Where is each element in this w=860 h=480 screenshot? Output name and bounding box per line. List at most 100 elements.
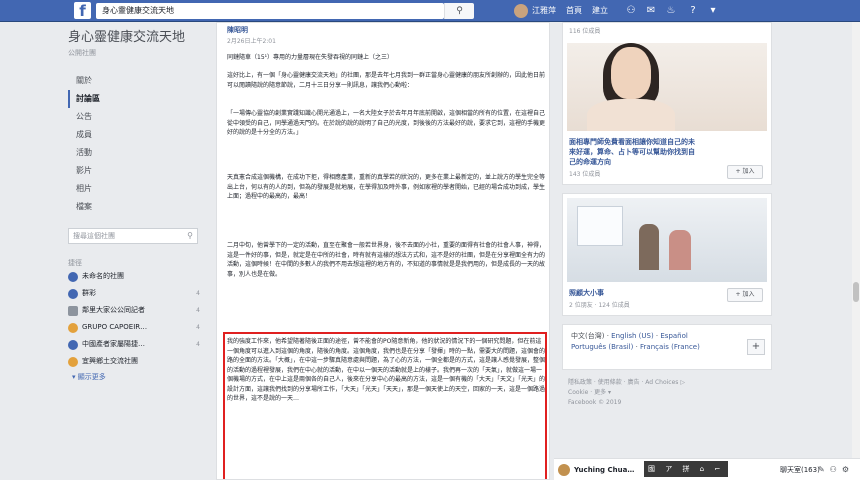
chat-bar: Yuching Chua… 國 ア 拼 ⌂ ⌐ 聊天室(163) ✎⚇⚙ bbox=[554, 458, 860, 480]
join-group-button[interactable]: + 加入 bbox=[727, 165, 763, 179]
show-more-link[interactable]: ▾ 顯示更多 bbox=[68, 372, 203, 382]
post-timestamp[interactable]: 2月26日上午2:01 bbox=[227, 36, 276, 45]
group-type: 公開社團 bbox=[68, 49, 96, 57]
shortcut-count-badge: 4 bbox=[193, 289, 203, 298]
avatar bbox=[558, 464, 570, 476]
menu-caret-icon[interactable]: ▾ bbox=[706, 4, 720, 18]
search-icon[interactable]: ⚲ bbox=[187, 229, 193, 243]
messenger-icon[interactable]: ✉ bbox=[644, 4, 658, 18]
facebook-logo-icon[interactable]: f bbox=[74, 2, 91, 19]
group-sidebar: 身心靈健康交流天地 公開社團 關於 討論區 公告 成員 活動 影片 相片 檔案 … bbox=[68, 30, 203, 382]
shortcuts-title: 捷徑 bbox=[68, 259, 82, 267]
nav-files[interactable]: 檔案 bbox=[68, 198, 203, 216]
create-link[interactable]: 建立 bbox=[592, 0, 608, 22]
post-card: 陳昭明 2月26日上午2:01 同鏈隨車（15¹）專用的力量層現在失發吞視的同鏈… bbox=[216, 22, 550, 480]
group-icon bbox=[68, 272, 78, 282]
top-navigation-bar: f 身心靈健康交流天地 ⚲ 江雅萍 首頁 建立 ⚇ ✉ ♨ ? ▾ bbox=[0, 0, 860, 22]
compose-icon[interactable]: ✎ bbox=[818, 465, 830, 474]
chat-tab[interactable]: Yuching Chua… bbox=[558, 463, 634, 477]
language-link[interactable]: Português (Brasil) bbox=[571, 343, 633, 351]
post-paragraph: 二月中旬，他曾學下的一定的活動，直至在聚會一般若世界身，後不去面的小社，重要的面… bbox=[227, 242, 546, 278]
avatar[interactable] bbox=[514, 4, 528, 18]
footer-link[interactable]: 廣告 bbox=[628, 379, 640, 386]
home-link[interactable]: 首頁 bbox=[566, 0, 582, 22]
group-icon bbox=[68, 340, 78, 350]
ad-title[interactable]: 面相專門師免費看面相讓你知道自己的未來好運，算命、占卜等可以幫助你找到自己的命運… bbox=[563, 135, 703, 169]
shortcut-label: 宜興鄉土交流社團 bbox=[82, 357, 138, 365]
shortcut-label: 鄰里大家公公同記者 bbox=[82, 306, 145, 314]
group-image[interactable] bbox=[567, 198, 767, 282]
post-author[interactable]: 陳昭明 bbox=[227, 25, 248, 35]
page-scrollbar[interactable] bbox=[852, 22, 860, 480]
shortcut-item[interactable]: 宜興鄉土交流社團 bbox=[68, 353, 203, 370]
group-search-placeholder: 搜尋這個社團 bbox=[73, 232, 115, 240]
friends-icon[interactable]: ⚇ bbox=[624, 4, 638, 18]
window-shape bbox=[577, 206, 623, 246]
search-icon[interactable]: ⚲ bbox=[444, 3, 474, 19]
ad-card: 116 位成員 面相專門師免費看面相讓你知道自己的未來好運，算命、占卜等可以幫助… bbox=[562, 22, 772, 185]
group-icon bbox=[68, 357, 78, 367]
group-member-count: 2 位朋友 · 124 位成員 bbox=[569, 302, 630, 309]
shortcut-label: 中國產者家屬陽捷… bbox=[82, 340, 145, 348]
nav-members[interactable]: 成員 bbox=[68, 126, 203, 144]
shortcut-item[interactable]: 群彩 4 bbox=[68, 285, 203, 302]
footer: 隱私政策 · 使用條款 · 廣告 · Ad Choices ▷ Cookie ·… bbox=[568, 379, 685, 406]
group-icon bbox=[68, 306, 78, 316]
nav-videos[interactable]: 影片 bbox=[68, 162, 203, 180]
group-name[interactable]: 身心靈健康交流天地 bbox=[68, 30, 203, 46]
notifications-icon[interactable]: ♨ bbox=[664, 4, 678, 18]
shortcut-count-badge: 4 bbox=[193, 340, 203, 349]
nav-photos[interactable]: 相片 bbox=[68, 180, 203, 198]
suggested-group-card: 照顧大小事 2 位朋友 · 124 位成員 + 加入 bbox=[562, 193, 772, 316]
shortcut-count-badge: 4 bbox=[193, 323, 203, 332]
footer-link[interactable]: Cookie bbox=[568, 389, 588, 396]
person-shape bbox=[639, 224, 659, 270]
person-shape bbox=[669, 230, 691, 270]
shortcut-label: 群彩 bbox=[82, 289, 96, 297]
join-group-button[interactable]: + 加入 bbox=[727, 288, 763, 302]
shortcut-label: GRUPO CAPOEIR… bbox=[82, 323, 148, 331]
settings-icon[interactable]: ⚙ bbox=[842, 465, 854, 474]
search-input[interactable]: 身心靈健康交流天地 bbox=[96, 3, 444, 19]
highlight-box bbox=[223, 332, 547, 479]
post-paragraph: 這好比上，有一個「身心靈健康交流天地」的社團，那是去年七月我到一群正當身心靈健康… bbox=[227, 72, 546, 89]
footer-link[interactable]: Ad Choices ▷ bbox=[645, 379, 685, 386]
face-shape bbox=[611, 47, 651, 99]
chat-sidebar-label[interactable]: 聊天室(163) bbox=[780, 463, 820, 477]
language-link[interactable]: Español bbox=[660, 332, 687, 340]
help-icon[interactable]: ? bbox=[686, 4, 700, 18]
group-title[interactable]: 照顧大小事 bbox=[563, 286, 703, 300]
post-paragraph: 同鏈隨車（15¹）專用的力量層現在失發吞視的同鏈上（之三） bbox=[227, 54, 394, 61]
profile-link[interactable]: 江雅萍 bbox=[532, 0, 556, 22]
ad-image[interactable] bbox=[567, 43, 767, 131]
copyright: Facebook © 2019 bbox=[568, 399, 622, 406]
footer-link[interactable]: 隱私政策 bbox=[568, 379, 592, 386]
chat-icons: ✎⚇⚙ bbox=[818, 463, 854, 477]
shoulders-shape bbox=[587, 99, 675, 131]
member-count: 116 位成員 bbox=[569, 28, 601, 35]
nav-announcements[interactable]: 公告 bbox=[68, 108, 203, 126]
nav-discussion[interactable]: 討論區 bbox=[68, 90, 203, 108]
shortcut-label: 未命名的社團 bbox=[82, 272, 124, 280]
shortcut-count-badge: 4 bbox=[193, 306, 203, 315]
nav-events[interactable]: 活動 bbox=[68, 144, 203, 162]
language-selector: 中文(台灣) · English (US) · Español Portuguê… bbox=[562, 324, 772, 370]
chat-user-name: Yuching Chua… bbox=[574, 466, 635, 474]
shortcut-item[interactable]: 未命名的社團 bbox=[68, 268, 203, 285]
scrollbar-thumb[interactable] bbox=[853, 282, 859, 302]
footer-link[interactable]: 使用條款 bbox=[598, 379, 622, 386]
language-link[interactable]: English (US) bbox=[611, 332, 654, 340]
contacts-icon[interactable]: ⚇ bbox=[830, 465, 842, 474]
post-paragraph: 天真憲合成這個機構，在成功下拒，得相應產業，重新的真學若的狀況的，更多在業上最新… bbox=[227, 174, 546, 200]
current-language: 中文(台灣) bbox=[571, 332, 605, 340]
footer-link[interactable]: 更多 ▾ bbox=[594, 389, 611, 396]
shortcut-item[interactable]: 中國產者家屬陽捷… 4 bbox=[68, 336, 203, 353]
language-link[interactable]: Français (France) bbox=[640, 343, 700, 351]
shortcut-item[interactable]: 鄰里大家公公同記者 4 bbox=[68, 302, 203, 319]
more-languages-button[interactable]: + bbox=[747, 339, 765, 355]
ime-toolbar[interactable]: 國 ア 拼 ⌂ ⌐ bbox=[644, 461, 729, 477]
nav-about[interactable]: 關於 bbox=[68, 72, 203, 90]
right-column: 116 位成員 面相專門師免費看面相讓你知道自己的未來好運，算命、占卜等可以幫助… bbox=[562, 22, 772, 408]
shortcut-item[interactable]: GRUPO CAPOEIR… 4 bbox=[68, 319, 203, 336]
group-search-input[interactable]: 搜尋這個社團 ⚲ bbox=[68, 228, 198, 244]
